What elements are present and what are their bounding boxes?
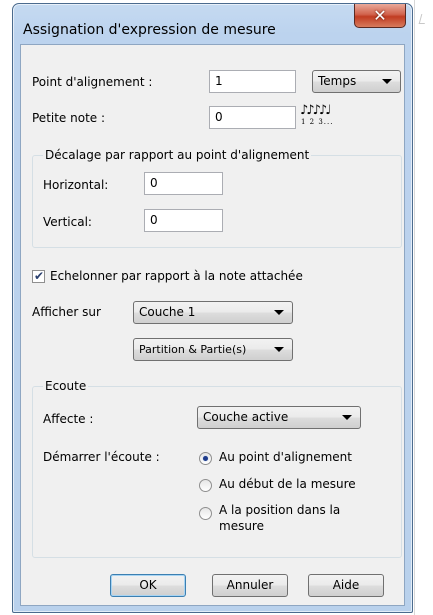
grace-note-label: Petite note :	[32, 111, 106, 125]
radio-measure-position[interactable]	[199, 507, 212, 520]
grace-notes-glyph: ♪♪♪♪♩	[300, 103, 331, 118]
horizontal-label: Horizontal:	[43, 178, 109, 192]
affects-select-value: Couche active	[203, 410, 289, 424]
checkmark-icon: ✔	[34, 269, 45, 283]
cancel-button[interactable]: Annuler	[212, 574, 288, 597]
layer-select-value: Couche 1	[139, 305, 196, 319]
alignment-unit-value: Temps	[318, 74, 357, 88]
offset-group-title: Décalage par rapport au point d'aligneme…	[43, 148, 312, 162]
layer-select[interactable]: Couche 1	[133, 301, 293, 324]
dialog-client-area: Point d'alignement : 1 Temps Petite note…	[20, 44, 405, 606]
radio-measure-position-label[interactable]: A la position dans la	[219, 503, 340, 517]
affects-select[interactable]: Couche active	[197, 406, 361, 429]
ok-button[interactable]: OK	[110, 574, 186, 597]
affects-label: Affecte :	[43, 412, 94, 426]
alignment-point-label: Point d'alignement :	[32, 75, 153, 89]
grace-notes-icon: ♪♪♪♪♩ 1 2 3...	[300, 103, 340, 129]
background-edge	[414, 0, 415, 615]
chevron-down-icon	[274, 347, 284, 352]
grace-note-input[interactable]: 0	[209, 106, 296, 129]
alignment-point-input[interactable]: 1	[209, 70, 296, 93]
radio-alignment-point[interactable]	[199, 452, 212, 465]
vertical-label: Vertical:	[43, 215, 92, 229]
display-on-label: Afficher sur	[32, 305, 101, 319]
scale-checkbox[interactable]: ✔	[32, 269, 45, 283]
dialog-window: Assignation d'expression de mesure ✕ Poi…	[12, 3, 413, 613]
offset-group	[32, 155, 402, 248]
radio-measure-start[interactable]	[199, 479, 212, 492]
playback-group-title: Ecoute	[43, 379, 89, 393]
close-button[interactable]: ✕	[354, 4, 406, 28]
help-button[interactable]: Aide	[308, 574, 384, 597]
window-title: Assignation d'expression de mesure	[23, 22, 276, 38]
radio-measure-position-label-line2[interactable]: mesure	[219, 519, 264, 533]
chevron-down-icon	[274, 310, 284, 315]
vertical-offset-input[interactable]: 0	[144, 209, 223, 232]
alignment-unit-select[interactable]: Temps	[312, 70, 401, 93]
grace-notes-numbers: 1 2 3...	[301, 118, 334, 126]
close-icon: ✕	[373, 5, 387, 25]
horizontal-offset-input[interactable]: 0	[144, 172, 223, 195]
radio-measure-start-label[interactable]: Au début de la mesure	[219, 477, 356, 491]
chevron-down-icon	[382, 79, 392, 84]
chevron-down-icon	[342, 415, 352, 420]
parts-select[interactable]: Partition & Partie(s)	[133, 338, 293, 361]
start-playback-label: Démarrer l'écoute :	[43, 450, 160, 464]
scale-checkbox-label[interactable]: Echelonner par rapport à la note attaché…	[50, 269, 303, 283]
background-corner	[418, 14, 428, 24]
parts-select-value: Partition & Partie(s)	[139, 343, 247, 356]
radio-alignment-point-label[interactable]: Au point d'alignement	[219, 450, 352, 464]
